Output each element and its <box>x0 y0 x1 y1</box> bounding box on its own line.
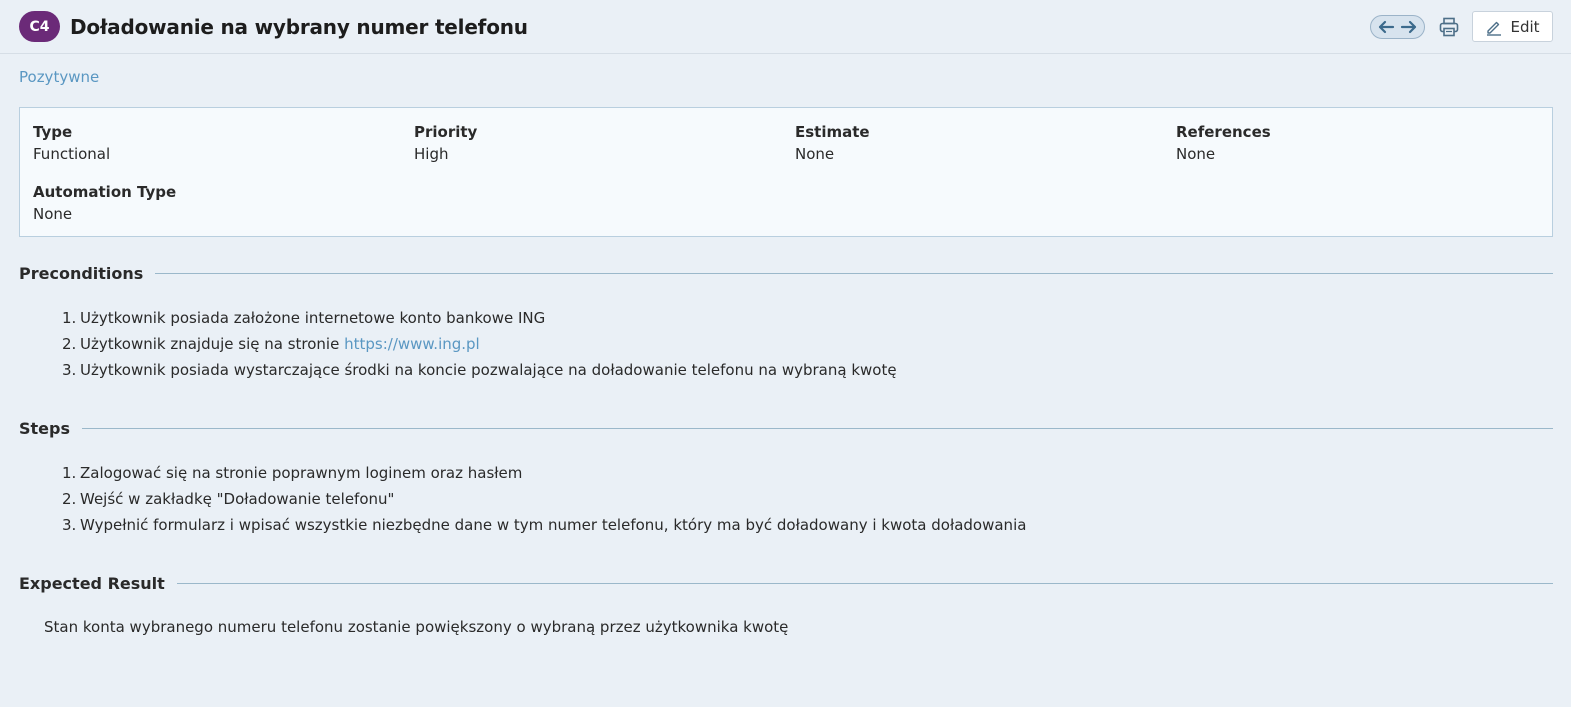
property-label: Automation Type <box>33 183 177 201</box>
list-item-number: 2. <box>62 335 77 353</box>
list-item-number: 1. <box>62 309 77 327</box>
property-references: References None <box>1176 123 1271 163</box>
list-item: 3. Użytkownik posiada wystarczające środ… <box>62 357 897 383</box>
list-item: 1. Użytkownik posiada założone interneto… <box>62 305 897 331</box>
ing-link[interactable]: https://www.ing.pl <box>344 335 480 353</box>
steps-list: 1. Zalogować się na stronie poprawnym lo… <box>62 460 1027 538</box>
property-value: Functional <box>33 145 111 163</box>
property-label: References <box>1176 123 1271 141</box>
property-value: High <box>414 145 449 163</box>
case-id-badge: C4 <box>19 11 60 42</box>
page-title: Doładowanie na wybrany numer telefonu <box>70 14 528 39</box>
pencil-icon <box>1487 21 1502 36</box>
case-navigation <box>1370 14 1425 39</box>
list-item-text: Użytkownik znajduje się na stronie <box>80 335 345 353</box>
property-value: None <box>795 145 835 163</box>
list-item-number: 3. <box>62 361 77 379</box>
preconditions-heading: Preconditions <box>19 264 1553 283</box>
divider <box>176 583 1553 584</box>
section-title: Steps <box>19 419 70 438</box>
page-header: C4 Doładowanie na wybrany numer telefonu… <box>0 0 1571 54</box>
arrow-left-icon[interactable] <box>1377 20 1395 34</box>
list-item-text: Wejść w zakładkę "Doładowanie telefonu" <box>80 490 395 508</box>
property-label: Type <box>33 123 73 141</box>
section-title: Expected Result <box>19 574 165 593</box>
section-link[interactable]: Pozytywne <box>19 68 99 86</box>
property-priority: Priority High <box>414 123 477 163</box>
property-label: Estimate <box>795 123 870 141</box>
printer-icon[interactable] <box>1438 16 1460 38</box>
properties-panel: Type Functional Priority High Estimate N… <box>19 107 1553 237</box>
list-item-number: 3. <box>62 516 77 534</box>
divider <box>82 428 1553 429</box>
list-item-text: Użytkownik posiada założone internetowe … <box>80 309 546 327</box>
steps-heading: Steps <box>19 419 1553 438</box>
list-item-text: Wypełnić formularz i wpisać wszystkie ni… <box>80 516 1027 534</box>
list-item: 2. Użytkownik znajduje się na stronie ht… <box>62 331 897 357</box>
property-value: None <box>33 205 73 223</box>
edit-button[interactable]: Edit <box>1472 11 1553 42</box>
header-actions: Edit <box>1370 11 1553 42</box>
list-item-number: 1. <box>62 464 77 482</box>
list-item: 3. Wypełnić formularz i wpisać wszystkie… <box>62 512 1027 538</box>
arrow-right-icon[interactable] <box>1400 20 1418 34</box>
property-type: Type Functional <box>33 123 110 163</box>
property-automation-type: Automation Type None <box>33 183 176 223</box>
property-value: None <box>1176 145 1216 163</box>
list-item-text: Użytkownik posiada wystarczające środki … <box>80 361 897 379</box>
section-title: Preconditions <box>19 264 144 283</box>
property-estimate: Estimate None <box>795 123 870 163</box>
divider <box>155 273 1553 274</box>
property-label: Priority <box>414 123 478 141</box>
list-item-text: Zalogować się na stronie poprawnym login… <box>80 464 523 482</box>
edit-button-label: Edit <box>1510 17 1540 36</box>
list-item: 1. Zalogować się na stronie poprawnym lo… <box>62 460 1026 486</box>
list-item: 2. Wejść w zakładkę "Doładowanie telefon… <box>62 486 1026 512</box>
expected-result-text: Stan konta wybranego numeru telefonu zos… <box>44 618 789 636</box>
preconditions-list: 1. Użytkownik posiada założone interneto… <box>62 305 897 383</box>
expected-result-heading: Expected Result <box>19 574 1553 593</box>
list-item-number: 2. <box>62 490 77 508</box>
